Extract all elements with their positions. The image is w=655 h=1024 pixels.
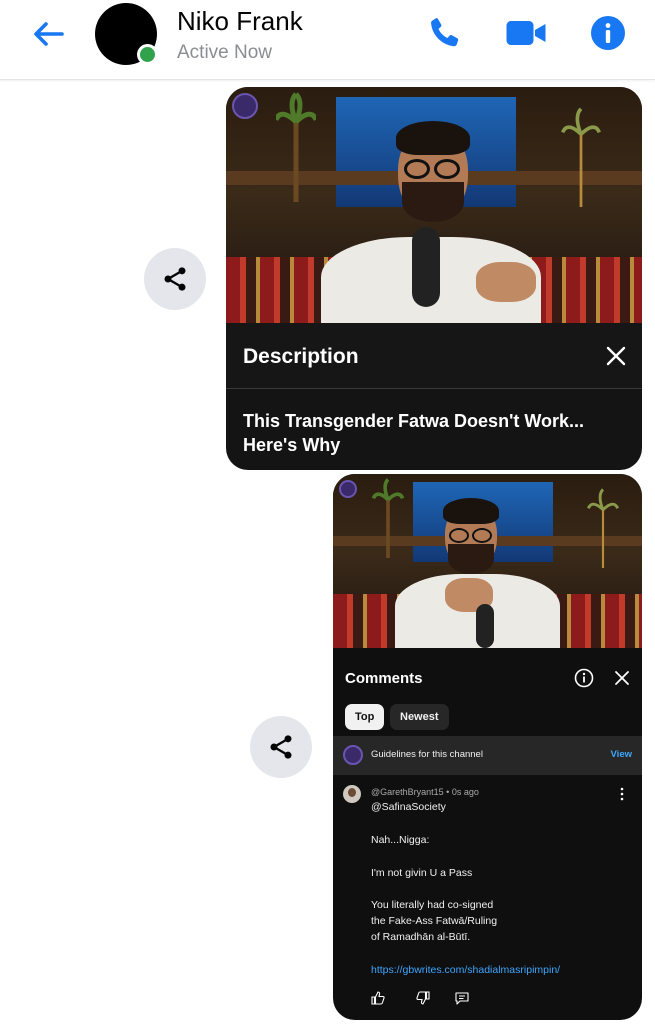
- channel-logo: [343, 745, 363, 765]
- video-title: This Transgender Fatwa Doesn't Work... H…: [243, 411, 585, 455]
- channel-logo: [232, 93, 258, 119]
- share-icon: [164, 267, 186, 291]
- back-arrow-icon[interactable]: [28, 14, 68, 54]
- info-icon[interactable]: [590, 15, 626, 51]
- active-status-dot: [137, 44, 158, 65]
- active-status-text: Active Now: [177, 42, 273, 63]
- channel-guidelines-banner[interactable]: Guidelines for this channel View: [333, 736, 642, 775]
- comment-text-line: I'm not givin U a Pass: [371, 867, 473, 879]
- phone-icon[interactable]: [426, 15, 462, 51]
- sort-chip-top[interactable]: Top: [345, 704, 385, 730]
- share-button[interactable]: [250, 716, 312, 778]
- shared-video-comments-card[interactable]: Comments Top Newest Guidelines for this …: [333, 474, 642, 1020]
- comments-panel-header: Comments: [333, 648, 642, 708]
- comment-text-line: @SafinaSociety: [371, 801, 446, 813]
- channel-logo: [339, 480, 357, 498]
- close-icon[interactable]: [614, 670, 630, 686]
- sort-chip-newest[interactable]: Newest: [390, 704, 449, 730]
- share-button[interactable]: [144, 248, 206, 310]
- comment-link[interactable]: https://gbwrites.com/shadialmasripimpin/: [371, 964, 560, 976]
- comment-text-line: Nah...Nigga:: [371, 834, 430, 846]
- comment-text-line: the Fake-Ass Fatwā/Ruling: [371, 915, 498, 927]
- comment-text-line: You literally had co-signed: [371, 899, 494, 911]
- commenter-avatar[interactable]: [343, 785, 361, 803]
- comment-text-line: of Ramadhān al-Būtī.: [371, 931, 471, 943]
- thumb-down-icon[interactable]: [415, 990, 431, 1006]
- share-icon: [270, 735, 292, 759]
- guidelines-text: Guidelines for this channel: [371, 749, 483, 760]
- chat-header: Niko Frank Active Now: [0, 0, 655, 80]
- chat-screen: Niko Frank Active Now Description This T…: [0, 0, 655, 1024]
- guidelines-view-link[interactable]: View: [611, 749, 632, 760]
- video-thumbnail[interactable]: [333, 474, 642, 648]
- contact-name[interactable]: Niko Frank: [177, 6, 303, 37]
- description-panel-header: Description: [226, 323, 642, 389]
- shared-video-description-card[interactable]: Description This Transgender Fatwa Doesn…: [226, 87, 642, 470]
- comments-title: Comments: [345, 670, 423, 687]
- video-thumbnail[interactable]: [226, 87, 642, 323]
- thumb-up-icon[interactable]: [370, 990, 386, 1006]
- reply-icon[interactable]: [454, 990, 470, 1006]
- close-icon[interactable]: [605, 345, 627, 367]
- video-camera-icon[interactable]: [505, 15, 547, 51]
- description-title: Description: [243, 345, 359, 368]
- more-vert-icon[interactable]: [618, 787, 626, 801]
- info-icon[interactable]: [574, 668, 594, 688]
- comment-author-meta[interactable]: @GarethBryant15 • 0s ago: [371, 787, 479, 797]
